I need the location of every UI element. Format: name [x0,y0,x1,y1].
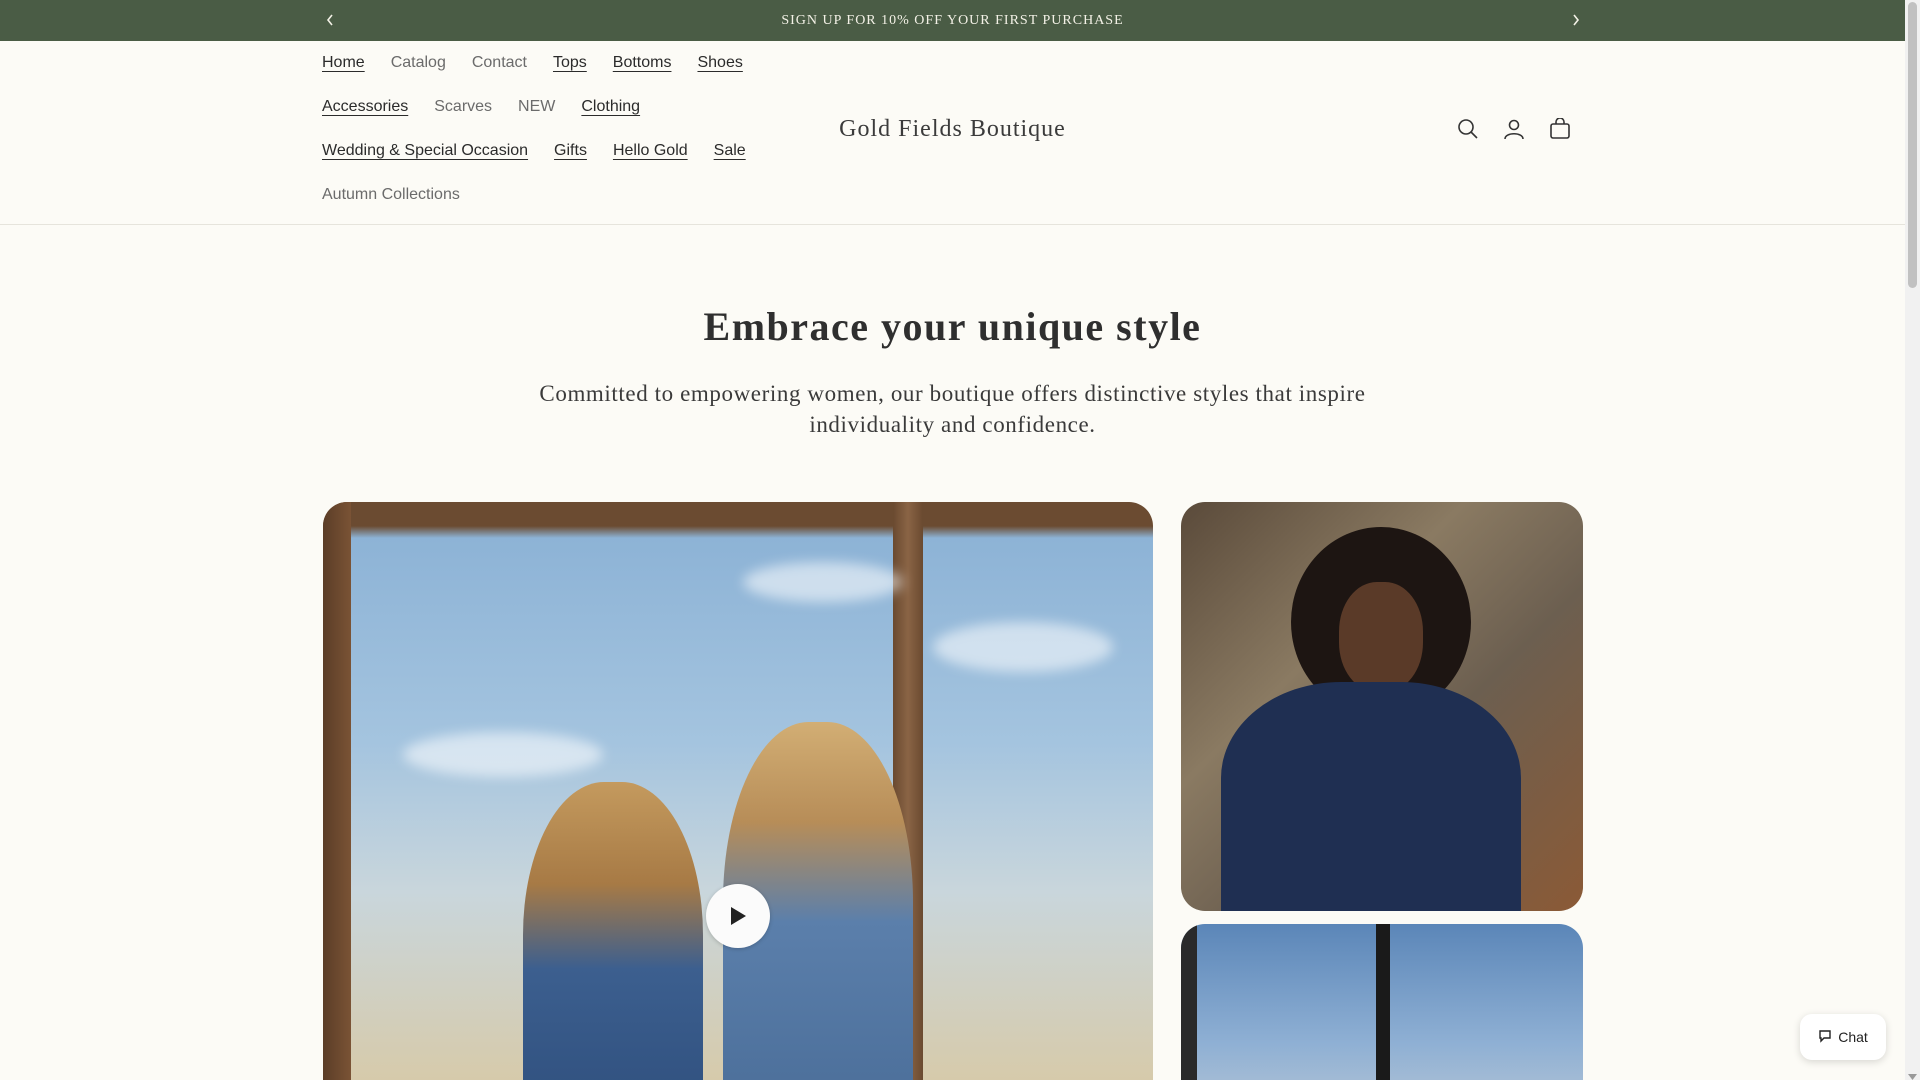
model-jacket [1221,682,1521,911]
account-icon[interactable] [1501,116,1527,142]
model-figure [523,782,703,1080]
window-frame [1181,924,1197,1080]
nav-link-wedding-special-occasion[interactable]: Wedding & Special Occasion [322,142,528,160]
chevron-left-icon[interactable] [320,10,340,30]
nav-link-catalog[interactable]: Catalog [391,54,446,72]
nav-row: Autumn Collections [322,173,782,217]
nav-link-sale[interactable]: Sale [714,142,746,160]
brand-logo[interactable]: Gold Fields Boutique [760,116,1145,143]
nav-row: Wedding & Special Occasion Gifts Hello Gol… [322,129,782,173]
nav-link-clothing[interactable]: Clothing [581,98,640,116]
cart-icon[interactable] [1547,116,1573,142]
model-image-window[interactable] [1181,924,1583,1080]
cloud [403,732,603,777]
nav-link-gifts[interactable]: Gifts [554,142,587,160]
model-image-denim-jacket[interactable] [1181,502,1583,911]
search-icon[interactable] [1455,116,1481,142]
site-header: Home Catalog Contact Tops Bottoms Shoes Access… [0,41,1905,225]
play-button[interactable] [706,884,770,948]
nav-row: Home Catalog Contact Tops Bottoms Shoes [322,41,782,85]
nav-link-tops[interactable]: Tops [553,54,587,72]
nav-link-shoes[interactable]: Shoes [697,54,742,72]
chat-label: Chat [1838,1029,1868,1045]
cloud [743,562,903,602]
nav-row: Accessories Scarves NEW Clothing [322,85,782,129]
hero-title: Embrace your unique style [703,304,1202,349]
nav-link-scarves[interactable]: Scarves [434,98,492,116]
announcement-message[interactable]: SIGN UP FOR 10% OFF YOUR FIRST PURCHASE [781,13,1123,29]
window-frame [323,502,351,1080]
nav-link-bottoms[interactable]: Bottoms [613,54,672,72]
chat-button[interactable]: Chat [1800,1014,1886,1060]
scroll-down-icon[interactable] [1908,1068,1917,1080]
nav-link-contact[interactable]: Contact [472,54,527,72]
nav-link-new[interactable]: NEW [518,98,555,116]
hero-video-image[interactable] [323,502,1153,1080]
nav-link-accessories[interactable]: Accessories [322,98,408,116]
nav-link-autumn-collections[interactable]: Autumn Collections [322,186,460,204]
nav-link-hello-gold[interactable]: Hello Gold [613,142,688,160]
announcement-bar: SIGN UP FOR 10% OFF YOUR FIRST PURCHASE [0,0,1905,41]
scrollbar-thumb[interactable] [1908,2,1917,288]
nav-link-home[interactable]: Home [322,54,365,72]
chevron-right-icon[interactable] [1566,10,1586,30]
chat-icon [1818,1029,1832,1046]
scrollbar[interactable] [1905,0,1920,1080]
window-frame [1376,924,1390,1080]
cloud [933,622,1113,672]
model-face [1339,582,1423,692]
header-icons [1455,116,1573,142]
hero-subtitle: Committed to empowering women, our bouti… [539,381,1366,437]
main-navigation: Home Catalog Contact Tops Bottoms Shoes Access… [322,41,782,217]
